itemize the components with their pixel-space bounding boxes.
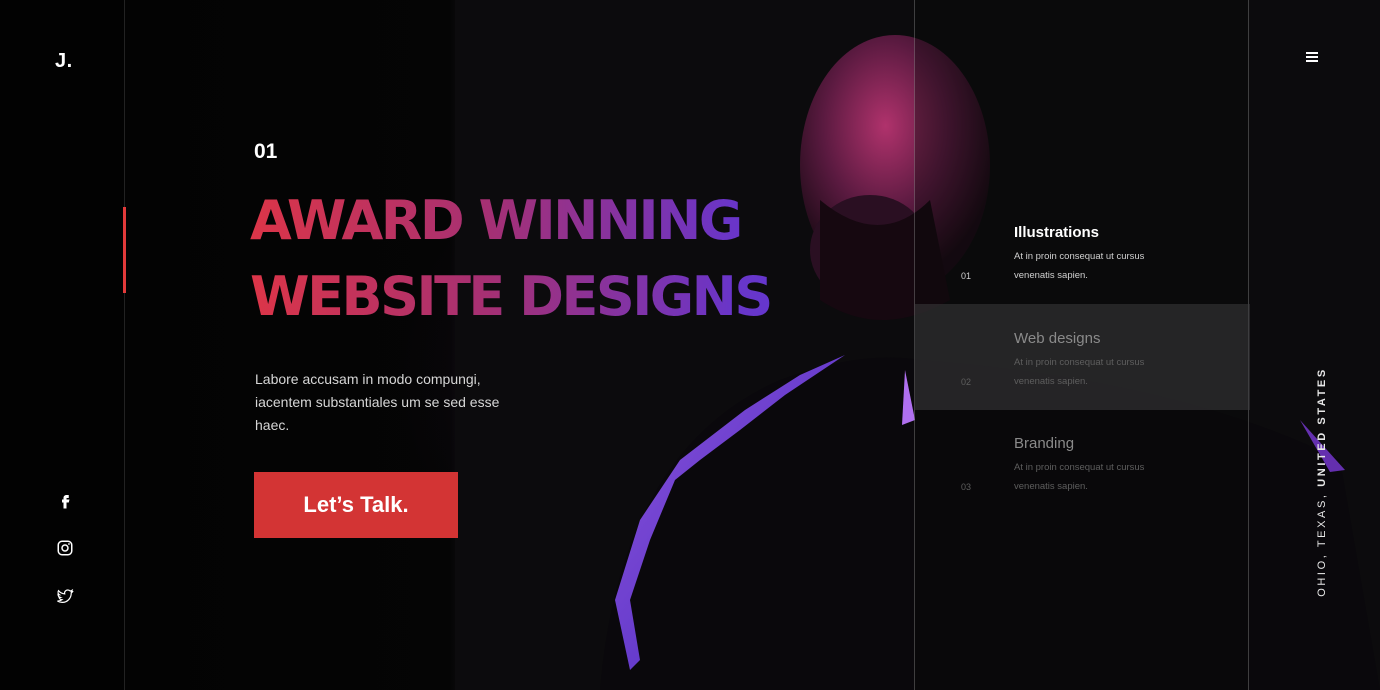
hero-headline: AWARD WINNING WEBSITE DESIGNS <box>250 183 850 335</box>
slide-indicator <box>123 207 126 293</box>
headline-line-2: WEBSITE DESIGNS <box>250 265 771 328</box>
service-item-illustrations[interactable]: Illustrations At in proin consequat ut c… <box>915 198 1250 304</box>
service-title: Illustrations <box>1014 224 1100 241</box>
twitter-icon[interactable] <box>54 585 76 607</box>
services-panel: Illustrations At in proin consequat ut c… <box>914 0 1250 690</box>
headline-line-1: AWARD WINNING <box>250 189 741 252</box>
service-description: At in proin consequat ut cursus venenati… <box>1014 251 1145 281</box>
service-item-web-designs[interactable]: Web designs At in proin consequat ut cur… <box>915 304 1250 410</box>
logo[interactable]: J. <box>55 50 73 73</box>
service-title: Branding <box>1014 435 1075 452</box>
service-title: Web designs <box>1014 330 1101 347</box>
facebook-icon[interactable] <box>54 490 76 512</box>
service-description: At in proin consequat ut cursus venenati… <box>1014 462 1145 492</box>
location-prefix: OHIO, TEXAS, <box>1316 486 1328 597</box>
service-item-branding[interactable]: Branding At in proin consequat ut cursus… <box>915 410 1250 516</box>
slide-number: 01 <box>254 140 278 163</box>
lets-talk-button[interactable]: Let’s Talk. <box>254 472 458 538</box>
location-country: UNITED STATES <box>1316 367 1328 487</box>
service-description: At in proin consequat ut cursus venenati… <box>1014 357 1145 387</box>
menu-icon[interactable] <box>1306 52 1320 64</box>
location-label: OHIO, TEXAS, UNITED STATES <box>1316 367 1328 597</box>
hero-intro: Labore accusam in modo compungi, iacente… <box>255 371 500 433</box>
service-number: 02 <box>961 377 972 387</box>
service-number: 03 <box>961 482 972 492</box>
right-sidebar <box>1250 0 1380 690</box>
service-number: 01 <box>961 271 972 281</box>
instagram-icon[interactable] <box>54 537 76 559</box>
